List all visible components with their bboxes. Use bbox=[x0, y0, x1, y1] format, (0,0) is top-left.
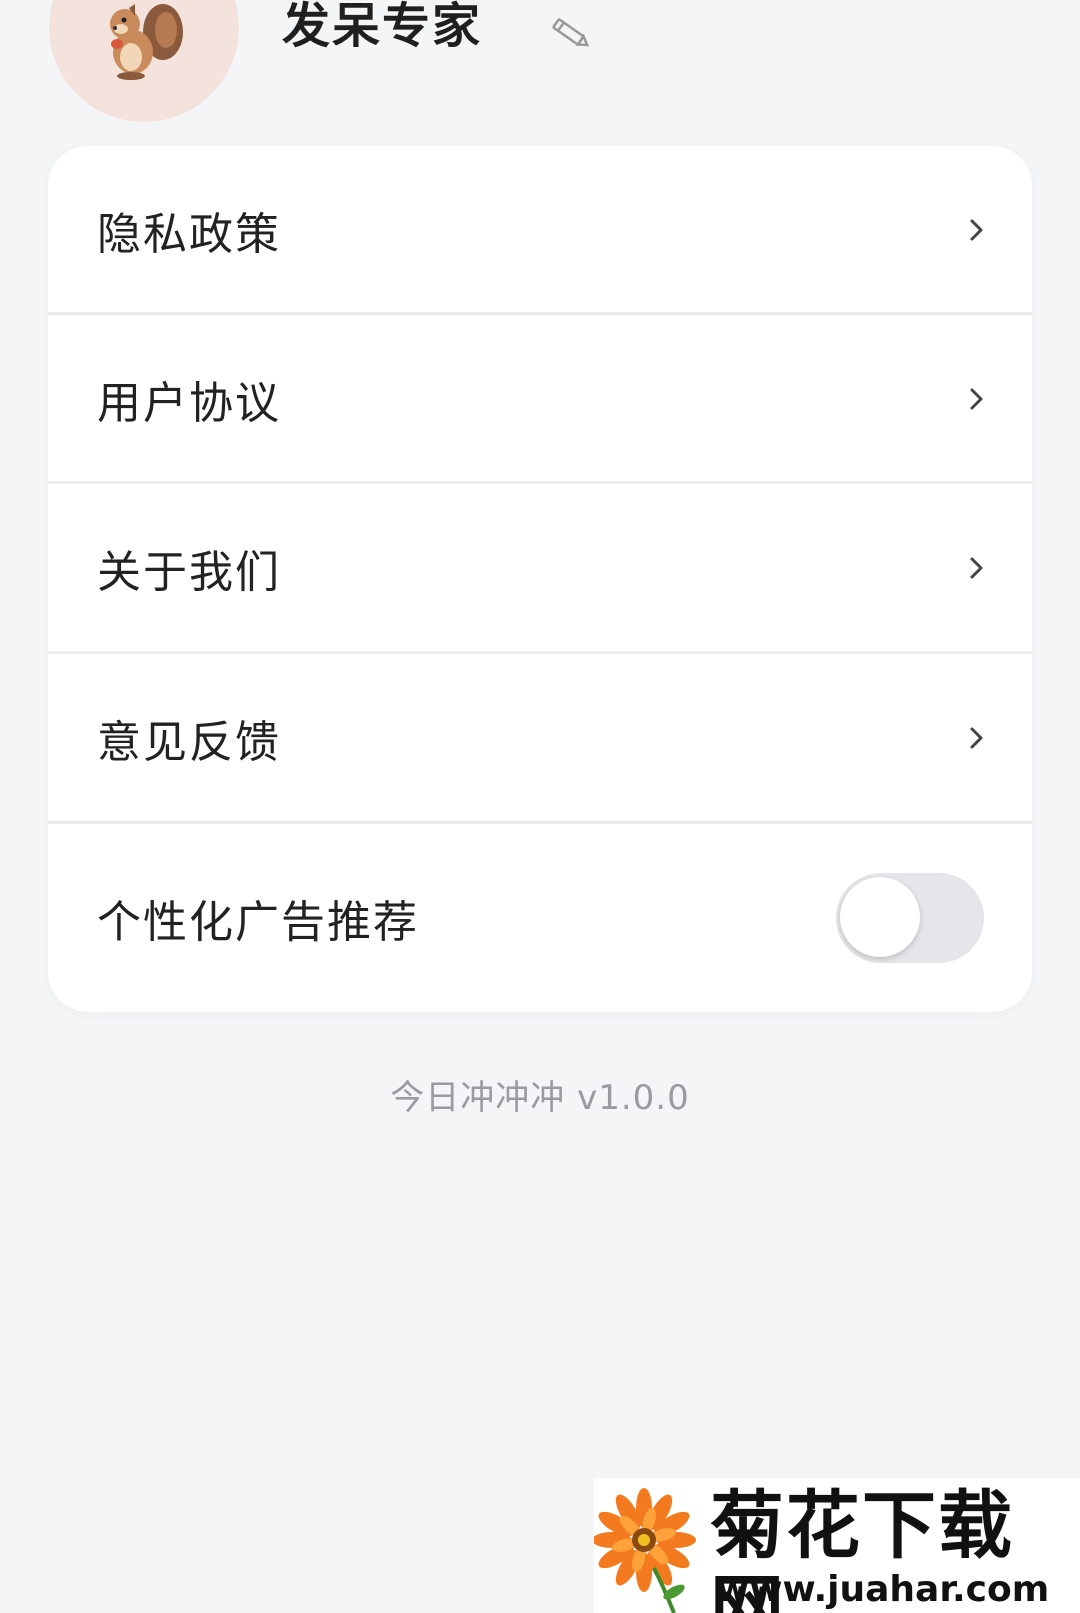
menu-item-personalized-ads: 个性化广告推荐 bbox=[48, 824, 1032, 1012]
app-version: 今日冲冲冲 v1.0.0 bbox=[390, 1078, 690, 1118]
menu-item-label: 关于我们 bbox=[97, 547, 281, 598]
chevron-right-icon bbox=[970, 388, 983, 410]
chevron-right-icon bbox=[970, 219, 983, 241]
watermark-url: www.juahar.com bbox=[716, 1569, 1050, 1610]
pencil-icon[interactable] bbox=[545, 8, 595, 58]
menu-item-user-agreement[interactable]: 用户协议 bbox=[48, 315, 1032, 483]
avatar[interactable] bbox=[49, 0, 239, 122]
menu-item-about-us[interactable]: 关于我们 bbox=[48, 484, 1032, 652]
menu-item-label: 意见反馈 bbox=[97, 717, 281, 768]
personalized-ads-toggle[interactable] bbox=[836, 873, 984, 963]
menu-item-label: 用户协议 bbox=[97, 378, 281, 429]
menu-item-privacy-policy[interactable]: 隐私政策 bbox=[48, 146, 1032, 314]
menu-item-label: 个性化广告推荐 bbox=[97, 897, 419, 948]
watermark: 菊花下载网 www.juahar.com bbox=[594, 1478, 1080, 1613]
username: 发呆专家 bbox=[282, 0, 483, 54]
settings-page: 发呆专家 隐私政策 用户协议 关于我们 意见反馈 个性化广告推荐 今日冲冲冲 v… bbox=[0, 0, 1080, 1613]
flower-icon bbox=[594, 1488, 696, 1613]
squirrel-icon bbox=[110, 4, 183, 80]
settings-card: 隐私政策 用户协议 关于我们 意见反馈 个性化广告推荐 bbox=[48, 146, 1032, 1012]
chevron-right-icon bbox=[970, 557, 983, 579]
menu-item-label: 隐私政策 bbox=[97, 209, 281, 260]
toggle-knob bbox=[840, 877, 920, 957]
menu-item-feedback[interactable]: 意见反馈 bbox=[48, 654, 1032, 822]
chevron-right-icon bbox=[970, 727, 983, 749]
